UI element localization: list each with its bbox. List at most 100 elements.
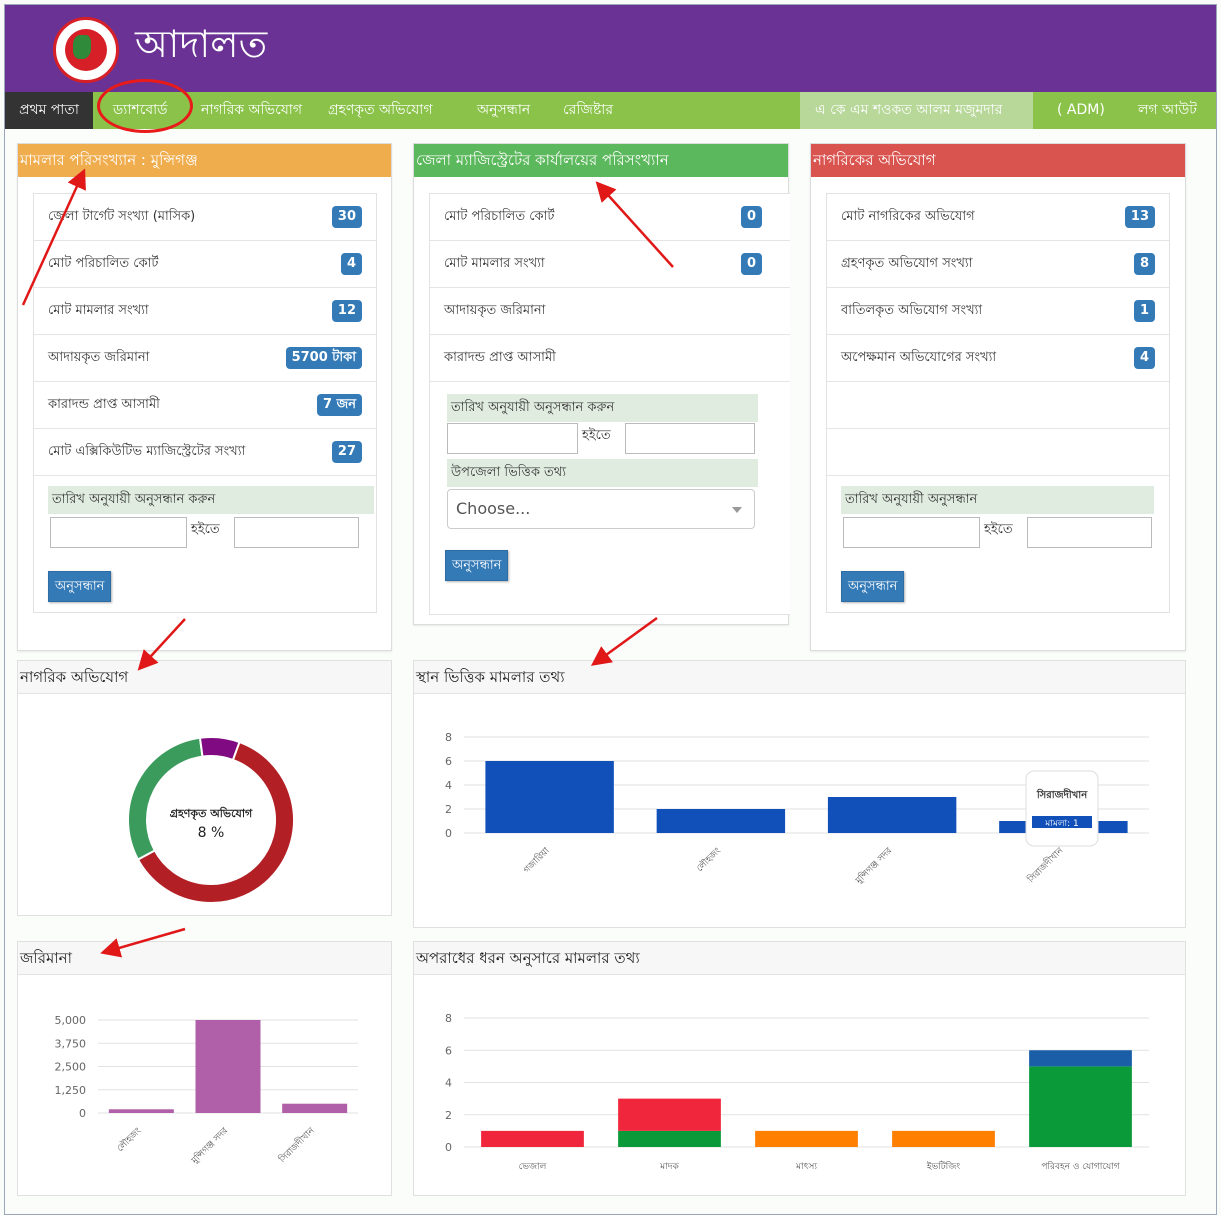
stat-row-fines: আদায়কৃত জরিমানা <box>430 288 790 335</box>
date-from-input[interactable] <box>50 517 187 548</box>
stat-badge: 4 <box>340 253 362 275</box>
stat-row-convicts: কারাদন্ড প্রাপ্ত আসামী <box>430 335 790 382</box>
y-tick-label: 0 <box>79 1107 86 1120</box>
bar <box>618 1098 721 1131</box>
stat-row-pending: অপেক্ষমান অভিযোগের সংখ্যা 4 <box>827 335 1169 382</box>
y-tick-label: 2 <box>445 1109 452 1122</box>
from-label: হইতে <box>984 522 1013 537</box>
complaints-chart-panel: নাগরিক অভিযোগ গ্রহণকৃত অভিযোগ 8 % <box>17 660 392 916</box>
dm-stats-title: জেলা ম্যাজিস্ট্রেটের কার্যালয়ের পরিসংখ্… <box>414 144 788 177</box>
search-button[interactable]: অনুসন্ধান <box>445 550 509 581</box>
bar <box>481 1130 584 1147</box>
chevron-down-icon <box>732 507 742 513</box>
y-tick-label: 2 <box>445 803 452 816</box>
stat-row-rejected: বাতিলকৃত অভিযোগ সংখ্যা 1 <box>827 288 1169 335</box>
x-tick-label: লৌহজং <box>115 1125 144 1154</box>
app-title: আদালত <box>135 22 268 66</box>
location-chart-panel: স্থান ভিত্তিক মামলার তথ্য 0 2 4 6 8 গজারিয়া ল… <box>413 660 1186 928</box>
stat-badge: 1 <box>1133 300 1155 322</box>
search-button[interactable]: অনুসন্ধান <box>841 571 905 602</box>
nav-register[interactable]: রেজিষ্টার <box>563 92 613 129</box>
citizen-complaints-title: নাগরিকের অভিযোগ <box>811 144 1185 177</box>
upazila-label: উপজেলা ভিত্তিক তথ্য <box>447 459 758 487</box>
search-button[interactable]: অনুসন্ধান <box>48 571 112 602</box>
y-tick-label: 3,750 <box>55 1037 87 1050</box>
nav-role[interactable]: ( ADM) <box>1057 92 1105 129</box>
x-tick-label: লৌহজং <box>694 845 723 874</box>
date-from-input[interactable] <box>843 517 980 548</box>
tooltip-box <box>1025 770 1099 847</box>
govt-logo <box>53 17 119 83</box>
highlight-oval <box>97 79 193 133</box>
upazila-select[interactable]: Choose... <box>447 489 755 529</box>
y-tick-label: 8 <box>445 731 452 744</box>
stat-row-magistrates: মোট এক্সিকিউটিভ ম্যাজিস্ট্রেটের সংখ্যা 27 <box>34 429 376 476</box>
stat-row-courts: মোট পরিচালিত কোর্ট 0 <box>430 194 790 241</box>
x-tick-label: মাদক <box>659 1162 679 1172</box>
chart-title: জরিমানা <box>18 942 391 975</box>
x-tick-label: গজারিয়া <box>521 845 552 876</box>
stat-row-cases: মোট মামলার সংখ্যা 0 <box>430 241 790 288</box>
date-search-label: তারিখ অনুযায়ী অনুসন্ধান করুন <box>48 486 374 514</box>
stat-badge: 0 <box>740 253 762 275</box>
x-tick-label: ইভটিজিং <box>926 1160 960 1172</box>
date-to-input[interactable] <box>625 423 755 454</box>
date-from-input[interactable] <box>447 423 578 454</box>
stat-row-total: মোট নাগরিকের অভিযোগ 13 <box>827 194 1169 241</box>
x-tick-label: সিরাজদীখান <box>1024 844 1066 886</box>
bar <box>485 761 614 833</box>
x-tick-label: ভেজাল <box>519 1162 547 1172</box>
stat-row-accepted: গ্রহণকৃত অভিযোগ সংখ্যা 8 <box>827 241 1169 288</box>
stat-badge: 13 <box>1124 206 1155 228</box>
nav-logout[interactable]: লগ আউট <box>1138 92 1197 129</box>
nav-citizen-complaints[interactable]: নাগরিক অভিযোগ <box>201 92 302 129</box>
donut-slice <box>127 736 204 861</box>
stat-label: কারাদন্ড প্রাপ্ত আসামী <box>48 397 160 412</box>
fines-bar-chart: 0 1,250 2,500 3,750 5,000 লৌহজং মুন্সিগঞ্জ সদর… <box>55 1014 358 1167</box>
bar <box>282 1103 348 1113</box>
y-tick-label: 6 <box>445 755 452 768</box>
stat-label: জেলা টার্গেট সংখ্যা (মাসিক) <box>48 209 196 224</box>
nav-search[interactable]: অনুসন্ধান <box>477 92 530 129</box>
dm-stats-panel: জেলা ম্যাজিস্ট্রেটের কার্যালয়ের পরিসংখ্… <box>413 143 790 625</box>
stat-row-courts: মোট পরিচালিত কোর্ট 4 <box>34 241 376 288</box>
date-to-input[interactable] <box>234 517 359 548</box>
y-tick-label: 1,250 <box>55 1084 87 1097</box>
bar <box>656 809 786 833</box>
donut-center-value: 8 % <box>198 825 225 841</box>
case-stats-list: জেলা টার্গেট সংখ্যা (মাসিক) 30 মোট পরিচাল… <box>33 193 377 613</box>
chart-title: নাগরিক অভিযোগ <box>18 661 391 694</box>
donut-chart: গ্রহণকৃত অভিযোগ 8 % <box>127 736 295 904</box>
date-to-input[interactable] <box>1027 517 1152 548</box>
stat-row-empty <box>827 382 1169 429</box>
fines-chart-panel: জরিমানা 0 1,250 2,500 3,750 5,000 লৌহজং মুন্সি… <box>17 941 392 1196</box>
tooltip-title: সিরাজদীখান <box>1036 787 1088 801</box>
stat-row-convicts: কারাদন্ড প্রাপ্ত আসামী 7 জন <box>34 382 376 429</box>
stat-badge: 12 <box>331 300 362 322</box>
y-tick-label: 4 <box>445 779 452 792</box>
stat-badge: 0 <box>740 206 762 228</box>
stat-label: আদায়কৃত জরিমানা <box>444 303 546 318</box>
stat-label: আদায়কৃত জরিমানা <box>48 350 150 365</box>
x-tick-label: সিরাজদীখান <box>276 1124 318 1166</box>
donut-slice <box>198 736 241 762</box>
location-bar-chart: 0 2 4 6 8 গজারিয়া লৌহজং মুন্সিগঞ্জ সদর সিরাজদীখ… <box>445 731 1149 887</box>
bar <box>755 1130 858 1147</box>
nav-accepted-complaints[interactable]: গ্রহণকৃত অভিযোগ <box>328 92 433 129</box>
stat-label: অপেক্ষমান অভিযোগের সংখ্যা <box>841 350 997 365</box>
bar <box>892 1130 995 1147</box>
nav-home[interactable]: প্রথম পাতা <box>5 92 93 129</box>
complaints-list: মোট নাগরিকের অভিযোগ 13 গ্রহণকৃত অভিযোগ সং… <box>826 193 1170 613</box>
bar <box>618 1130 721 1147</box>
from-label: হইতে <box>582 428 611 443</box>
stat-label: গ্রহণকৃত অভিযোগ সংখ্যা <box>841 256 973 271</box>
date-search-label: তারিখ অনুযায়ী অনুসন্ধান করুন <box>447 394 758 422</box>
y-tick-label: 8 <box>445 1012 452 1025</box>
stat-label: মোট এক্সিকিউটিভ ম্যাজিস্ট্রেটের সংখ্যা <box>48 444 246 459</box>
citizen-complaints-panel: নাগরিকের অভিযোগ মোট নাগরিকের অভিযোগ 13 গ্… <box>810 143 1186 651</box>
stat-row-target: জেলা টার্গেট সংখ্যা (মাসিক) 30 <box>34 194 376 241</box>
nav-user-name[interactable]: এ কে এম শওকত আলম মজুমদার <box>815 92 1002 129</box>
chart-title: অপরাধের ধরন অনুসারে মামলার তথ্য <box>414 942 1185 975</box>
stat-label: মোট মামলার সংখ্যা <box>444 256 545 271</box>
crime-bar-chart: 0 2 4 6 8 ভেজাল মাদক মাৎস্য ইভটিজিং পরিবহন ও যোগা… <box>445 1012 1149 1172</box>
